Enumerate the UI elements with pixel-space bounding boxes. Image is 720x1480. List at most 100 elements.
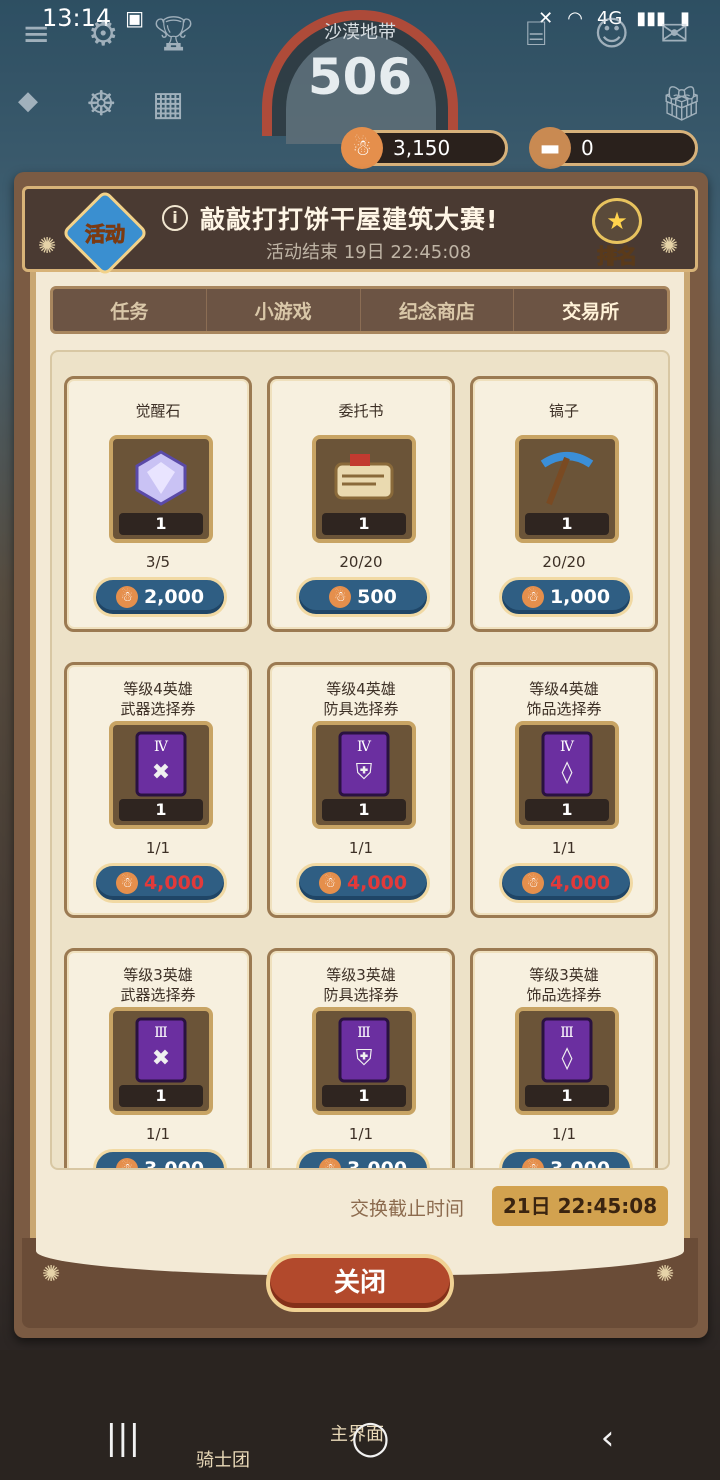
gingerbread-icon: ☃ [318,872,341,894]
buy-button[interactable]: ☃ 500 [296,577,430,617]
item-frame: 1 [312,435,416,543]
item-name: 等级4英雄 饰品选择券 [473,679,655,719]
image-notification-icon: ▣ [125,6,145,30]
item-price: 3,000 [549,1158,611,1170]
item-quantity: 1 [119,513,203,535]
svg-text:✖: ✖ [152,760,170,785]
cookie-amount: 3,150 [393,136,451,160]
tab-bar: 任务 小游戏 纪念商店 交易所 [50,286,670,334]
home-icon[interactable]: ◯ [351,1418,389,1458]
tab-souvenir-shop[interactable]: 纪念商店 [361,289,515,331]
buy-button[interactable]: ☃ 4,000 [93,863,227,903]
item-name: 觉醒石 [67,401,249,421]
recent-apps-icon[interactable]: ||| [106,1418,140,1458]
exchange-item-card[interactable]: 等级4英雄 武器选择券 Ⅳ ✖ 1 1/1 ☃ 4,000 [64,662,252,918]
exchange-item-card[interactable]: 委托书 1 20/20 ☃ 500 [267,376,455,632]
buy-button[interactable]: ☃ 2,000 [93,577,227,617]
gear-decoration-icon: ✺ [656,1262,675,1287]
item-name: 等级4英雄 防具选择券 [270,679,452,719]
menu-icon[interactable]: ≡ [22,14,51,54]
buy-button[interactable]: ☃ 3,000 [93,1149,227,1170]
item-price: 500 [357,586,397,608]
friends-icon[interactable]: ☺ [594,14,629,54]
svg-text:Ⅳ: Ⅳ [154,739,169,755]
svg-text:Ⅲ: Ⅲ [560,1025,574,1041]
item-quantity: 1 [119,1085,203,1107]
buy-button[interactable]: ☃ 3,000 [296,1149,430,1170]
mail-icon[interactable]: ✉ [660,14,689,54]
event-badge-label: 活动 [85,222,126,247]
region-name: 沙漠地带 [324,22,396,43]
region-level: 506 [307,48,413,106]
tab-minigame[interactable]: 小游戏 [207,289,361,331]
item-name-line1: 等级3英雄 [123,966,193,984]
exchange-item-grid[interactable]: 觉醒石 1 3/5 ☃ 2,000 委托书 1 20/20 ☃ 500 镐子 1 20/20 ☃ 1,000… [50,350,670,1170]
info-icon[interactable]: i [162,205,188,231]
item-stock: 1/1 [551,839,577,857]
item-price: 3,000 [143,1158,205,1170]
item-name-line2: 饰品选择券 [526,700,602,718]
item-name: 镐子 [473,401,655,421]
buy-button[interactable]: ☃ 4,000 [499,863,633,903]
item-price: 3,000 [346,1158,408,1170]
trophy-icon[interactable]: 🏆︎ [152,14,195,54]
gift-icon[interactable]: 🎁︎ [660,84,703,124]
weapon-ticket-icon: Ⅲ ✖ [119,1017,203,1083]
item-name-line1: 等级3英雄 [529,966,599,984]
accessory-ticket-icon: Ⅳ ◊ [525,731,609,797]
item-frame: Ⅳ ◊ 1 [515,721,619,829]
tab-missions[interactable]: 任务 [53,289,207,331]
item-stock: 1/1 [348,839,374,857]
item-stock: 20/20 [339,553,383,571]
cookie-currency[interactable]: ☃ 3,150 [341,127,508,169]
settings-gear-icon[interactable]: ⚙ [88,14,118,54]
svg-text:Ⅳ: Ⅳ [357,739,372,755]
gingerbread-icon: ☃ [329,586,352,608]
mailbox-icon[interactable]: ⌸ [526,14,546,54]
item-quantity: 1 [322,799,406,821]
item-price: 2,000 [143,586,205,608]
svg-text:Ⅲ: Ⅲ [154,1025,168,1041]
item-name-line2: 饰品选择券 [526,986,602,1004]
close-button[interactable]: 关闭 [266,1254,454,1312]
item-name-line1: 等级3英雄 [326,966,396,984]
buy-button[interactable]: ☃ 1,000 [499,577,633,617]
exchange-item-card[interactable]: 等级3英雄 饰品选择券 Ⅲ ◊ 1 1/1 ☃ 3,000 [470,948,658,1170]
exchange-item-card[interactable]: 等级4英雄 防具选择券 Ⅳ ⛨ 1 1/1 ☃ 4,000 [267,662,455,918]
item-quantity: 1 [525,799,609,821]
exchange-item-card[interactable]: 等级4英雄 饰品选择券 Ⅳ ◊ 1 1/1 ☃ 4,000 [470,662,658,918]
armor-ticket-icon: Ⅲ ⛨ [322,1017,406,1083]
item-name-line1: 等级4英雄 [123,680,193,698]
item-frame: Ⅳ ✖ 1 [109,721,213,829]
back-icon[interactable]: ‹ [601,1418,615,1458]
gingerbread-icon: ☃ [115,586,138,608]
event-shortcut-icon[interactable]: ◆ [18,86,38,116]
exchange-item-card[interactable]: 镐子 1 20/20 ☃ 1,000 [470,376,658,632]
exchange-item-card[interactable]: 等级3英雄 武器选择券 Ⅲ ✖ 1 1/1 ☃ 3,000 [64,948,252,1170]
item-name: 等级3英雄武器选择券 [67,965,249,1005]
gingerbread-icon: ☃ [521,1158,544,1168]
item-name-line2: 武器选择券 [120,700,196,718]
gingerbread-icon: ☃ [341,127,383,169]
exchange-item-card[interactable]: 等级3英雄 防具选择券 Ⅲ ⛨ 1 1/1 ☃ 3,000 [267,948,455,1170]
item-quantity: 1 [119,799,203,821]
item-stock: 20/20 [542,553,586,571]
exchange-item-card[interactable]: 觉醒石 1 3/5 ☃ 2,000 [64,376,252,632]
pickaxe-icon [525,445,609,511]
svg-text:Ⅲ: Ⅲ [357,1025,371,1041]
item-name-line2: 武器选择券 [120,986,196,1004]
tab-exchange[interactable]: 交易所 [514,289,667,331]
buy-button[interactable]: ☃ 4,000 [296,863,430,903]
item-name-line1: 镐子 [548,402,579,420]
svg-text:⛨: ⛨ [356,760,373,785]
gear-decoration-icon: ✺ [42,1262,61,1287]
event-title: 敲敲打打饼干屋建筑大赛! [200,205,499,234]
buy-button[interactable]: ☃ 3,000 [499,1149,633,1170]
exchange-deadline-label: 交换截止时间 [350,1198,465,1220]
item-quantity: 1 [322,1085,406,1107]
calendar-icon[interactable]: ▦ [152,84,184,124]
item-stock: 3/5 [145,553,171,571]
rank-button[interactable]: ★ 排名 [588,198,646,269]
log-currency[interactable]: ▬ 0 [529,127,698,169]
ship-wheel-icon[interactable]: ☸ [86,84,116,124]
